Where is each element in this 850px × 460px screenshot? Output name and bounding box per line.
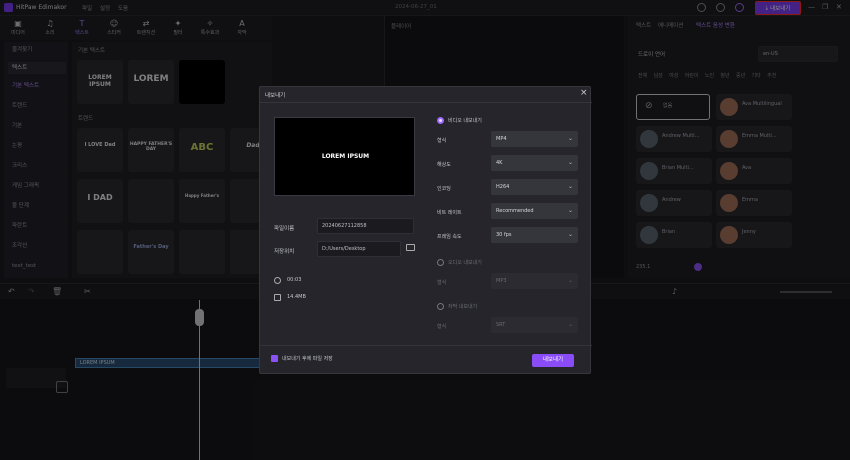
file-size-icon (274, 294, 281, 301)
save-after-export-label: 내보내기 후에 파일 저장 (282, 356, 333, 362)
dialog-title: 내보내기 (265, 93, 286, 99)
encoder-label: 인코딩 (437, 186, 451, 192)
export-confirm-button[interactable]: 내보내기 (532, 354, 574, 367)
bitrate-label: 비트 레이트 (437, 210, 462, 216)
filename-label: 파일이름 (274, 226, 295, 232)
filename-input[interactable]: 20240627112858 (317, 218, 414, 234)
chevron-down-icon: ⌄ (567, 183, 573, 190)
resolution-select[interactable]: 4K ⌄ (491, 155, 578, 171)
resolution-label: 해상도 (437, 162, 451, 168)
framerate-label: 프레임 속도 (437, 234, 462, 240)
format-label: 형식 (437, 138, 447, 144)
close-icon[interactable]: × (580, 88, 588, 98)
video-export-label: 비디오 내보내기 (448, 118, 482, 124)
folder-icon[interactable] (406, 244, 415, 251)
chevron-down-icon: ⌄ (567, 321, 573, 328)
subtitle-export-radio[interactable] (437, 303, 444, 310)
save-location-label: 저장위치 (274, 249, 295, 255)
subtitle-format-label: 형식 (437, 324, 447, 330)
audio-format-select[interactable]: MP3 ⌄ (491, 273, 578, 289)
audio-export-label: 오디오 내보내기 (448, 260, 482, 266)
subtitle-format-select[interactable]: SRT ⌄ (491, 317, 578, 333)
video-export-radio[interactable] (437, 117, 444, 124)
encoder-select[interactable]: H264 ⌄ (491, 179, 578, 195)
chevron-down-icon: ⌄ (567, 277, 573, 284)
chevron-down-icon: ⌄ (567, 231, 573, 238)
clock-icon (274, 277, 281, 284)
framerate-select[interactable]: 30 fps ⌄ (491, 227, 578, 243)
divider (260, 102, 592, 103)
subtitle-export-label: 자막 내보내기 (448, 304, 478, 310)
chevron-down-icon: ⌄ (567, 135, 573, 142)
audio-export-radio[interactable] (437, 259, 444, 266)
save-location-input[interactable]: D:/Users/Desktop (317, 241, 401, 257)
audio-format-label: 형식 (437, 280, 447, 286)
export-dialog: 내보내기 × LOREM IPSUM 파일이름 20240627112858 저… (259, 86, 592, 374)
preview-text: LOREM IPSUM (321, 153, 370, 160)
save-after-export-checkbox[interactable] (271, 355, 278, 362)
export-duration: 00:03 (287, 277, 302, 283)
chevron-down-icon: ⌄ (567, 159, 573, 166)
divider (260, 345, 592, 346)
format-select[interactable]: MP4 ⌄ (491, 131, 578, 147)
chevron-down-icon: ⌄ (567, 207, 573, 214)
export-preview: LOREM IPSUM (274, 117, 415, 196)
export-file-size: 14.4MB (287, 294, 306, 300)
bitrate-select[interactable]: Recommended ⌄ (491, 203, 578, 219)
